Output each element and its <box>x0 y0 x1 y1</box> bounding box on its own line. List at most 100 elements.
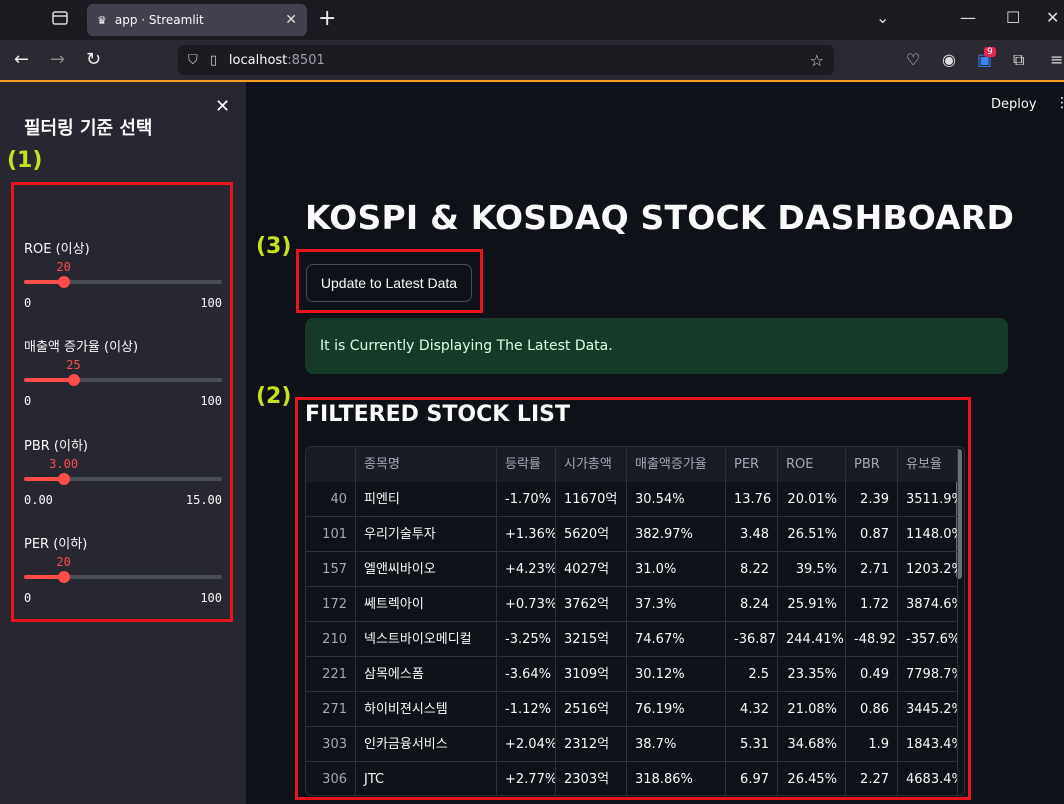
table-cell: 303 <box>306 727 356 762</box>
table-row[interactable]: 101 우리기술투자 +1.36% 5620억 382.97% 3.48 26.51% 0.8… <box>306 517 958 552</box>
table-header-cell[interactable]: 유보율 <box>898 447 958 482</box>
table-cell: 34.68% <box>778 727 846 762</box>
extensions-puzzle-icon[interactable]: ⧉ <box>1013 50 1024 70</box>
table-cell: 넥스트바이오메디컬 <box>356 622 497 657</box>
url-bar[interactable]: ⛉ ▯ localhost:8501 ☆ <box>178 45 834 75</box>
table-cell: 2516억 <box>556 692 627 727</box>
slider-thumb[interactable] <box>57 276 70 288</box>
table-header-cell[interactable]: 시가총액 <box>556 447 627 482</box>
table-cell: 하이비젼시스템 <box>356 692 497 727</box>
window-close-icon[interactable]: ✕ <box>1046 8 1059 27</box>
slider-thumb[interactable] <box>57 571 70 583</box>
table-cell: 210 <box>306 622 356 657</box>
slider-track[interactable] <box>24 571 222 583</box>
table-cell: 0.87 <box>846 517 898 552</box>
table-row[interactable]: 271 하이비젼시스템 -1.12% 2516억 76.19% 4.32 21.08% 0.8… <box>306 692 958 727</box>
table-cell: 6.97 <box>726 762 778 795</box>
slider-value: 3.00 <box>49 457 79 471</box>
slider-track[interactable] <box>24 374 222 386</box>
shield-icon[interactable]: ⛉ <box>188 53 198 68</box>
table-cell: 271 <box>306 692 356 727</box>
slider-sales-growth[interactable]: 매출액 증가율 (이상) 25 0 100 <box>24 336 222 418</box>
slider-per[interactable]: PER (이하) 20 0 100 <box>24 533 222 615</box>
bookmark-star-icon[interactable]: ☆ <box>810 51 824 70</box>
slider-max: 100 <box>200 296 222 310</box>
update-data-button[interactable]: Update to Latest Data <box>306 264 472 302</box>
table-cell: 인카금융서비스 <box>356 727 497 762</box>
slider-track[interactable] <box>24 276 222 288</box>
slider-roe[interactable]: ROE (이상) 20 0 100 <box>24 238 222 320</box>
table-cell: 3.48 <box>726 517 778 552</box>
table-cell: 318.86% <box>627 762 726 795</box>
table-cell: 0.86 <box>846 692 898 727</box>
tab-list-chevron-icon[interactable]: ⌄ <box>876 8 889 27</box>
table-header-cell[interactable]: 등락률 <box>497 447 556 482</box>
minimize-icon[interactable]: — <box>960 8 976 27</box>
slider-thumb[interactable] <box>57 473 70 485</box>
table-cell: +4.23% <box>497 552 556 587</box>
tab-close-icon[interactable]: ✕ <box>285 12 297 28</box>
account-icon[interactable]: ◉ <box>942 50 956 69</box>
table-cell: 5620억 <box>556 517 627 552</box>
table-header-cell[interactable] <box>306 447 356 482</box>
slider-value: 20 <box>56 555 71 569</box>
table-cell: 4683.4% <box>898 762 958 795</box>
table-row[interactable]: 157 엘앤씨바이오 +4.23% 4027억 31.0% 8.22 39.5% 2.71 12… <box>306 552 958 587</box>
table-cell: -48.92 <box>846 622 898 657</box>
reload-icon[interactable]: ↻ <box>86 49 101 70</box>
pocket-icon[interactable]: ♡ <box>906 50 920 69</box>
slider-max: 15.00 <box>185 493 222 507</box>
table-header-cell[interactable]: ROE <box>778 447 846 482</box>
browser-nav-bar: ← → ↻ ⛉ ▯ localhost:8501 ☆ ♡ ◉ ▣ ⧉ ≡ <box>0 40 1064 82</box>
list-title: FILTERED STOCK LIST <box>305 402 570 427</box>
table-header-cell[interactable]: 매출액증가율 <box>627 447 726 482</box>
slider-label: PBR (이하) <box>24 439 88 454</box>
table-cell: 2.5 <box>726 657 778 692</box>
slider-thumb[interactable] <box>67 374 80 386</box>
table-cell: 40 <box>306 482 356 517</box>
forward-icon[interactable]: → <box>50 49 65 70</box>
back-icon[interactable]: ← <box>14 49 29 70</box>
table-cell: 37.3% <box>627 587 726 622</box>
table-cell: 3874.6% <box>898 587 958 622</box>
maximize-icon[interactable]: ☐ <box>1006 8 1020 27</box>
table-cell: 306 <box>306 762 356 795</box>
table-cell: 20.01% <box>778 482 846 517</box>
slider-track[interactable] <box>24 473 222 485</box>
table-row[interactable]: 306 JTC +2.77% 2303억 318.86% 6.97 26.45% 2.27 46… <box>306 762 958 795</box>
table-row[interactable]: 221 삼목에스폼 -3.64% 3109억 30.12% 2.5 23.35% 0.49 77… <box>306 657 958 692</box>
table-cell: 2.27 <box>846 762 898 795</box>
new-tab-icon[interactable]: + <box>318 6 336 31</box>
stock-table[interactable]: 종목명 등락률 시가총액 매출액증가율 PER ROE PBR 유보율 40 피엔티 -1.70% 1… <box>305 446 965 796</box>
table-row[interactable]: 172 쎄트렉아이 +0.73% 3762억 37.3% 8.24 25.91% 1.72 38… <box>306 587 958 622</box>
table-cell: 5.31 <box>726 727 778 762</box>
menu-icon[interactable]: ≡ <box>1050 50 1063 69</box>
table-row[interactable]: 303 인카금융서비스 +2.04% 2312억 38.7% 5.31 34.68% 1.9 1… <box>306 727 958 762</box>
url-port: :8501 <box>287 52 325 68</box>
table-header-cell[interactable]: PER <box>726 447 778 482</box>
tab-title: app · Streamlit <box>114 13 204 27</box>
table-cell: 8.24 <box>726 587 778 622</box>
deploy-button[interactable]: Deploy <box>991 97 1037 112</box>
streamlit-favicon-icon: ♛ <box>97 13 107 27</box>
browser-tab[interactable]: ♛ app · Streamlit ✕ <box>87 4 307 36</box>
table-row[interactable]: 210 넥스트바이오메디컬 -3.25% 3215억 74.67% -36.87 244.4… <box>306 622 958 657</box>
table-cell: 쎄트렉아이 <box>356 587 497 622</box>
table-cell: 4.32 <box>726 692 778 727</box>
table-row[interactable]: 40 피엔티 -1.70% 11670억 30.54% 13.76 20.01% 2.39 35… <box>306 482 958 517</box>
table-cell: 3511.9% <box>898 482 958 517</box>
table-cell: 31.0% <box>627 552 726 587</box>
table-cell: 101 <box>306 517 356 552</box>
table-header-cell[interactable]: 종목명 <box>356 447 497 482</box>
table-cell: 244.41% <box>778 622 846 657</box>
table-header-cell[interactable]: PBR <box>846 447 898 482</box>
table-cell: 2.39 <box>846 482 898 517</box>
tab-overview-icon[interactable] <box>50 9 70 27</box>
table-cell: 11670억 <box>556 482 627 517</box>
page-info-icon[interactable]: ▯ <box>210 53 217 68</box>
slider-label: PER (이하) <box>24 537 88 552</box>
table-cell: 3762억 <box>556 587 627 622</box>
sidebar-close-icon[interactable]: ✕ <box>215 96 230 117</box>
main-menu-kebab-icon[interactable]: ⋮ <box>1055 95 1064 111</box>
slider-pbr[interactable]: PBR (이하) 3.00 0.00 15.00 <box>24 435 222 517</box>
